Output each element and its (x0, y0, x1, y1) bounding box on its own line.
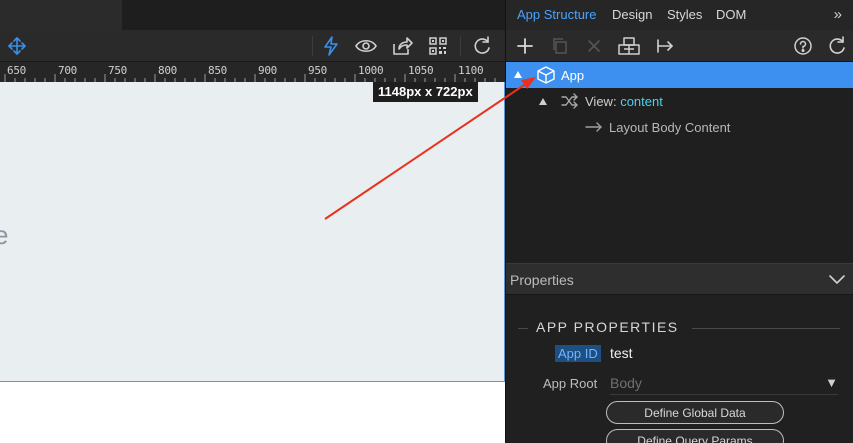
toolbar-separator (460, 36, 461, 56)
left-top-strip (0, 0, 505, 30)
right-panel: App Structure Design Styles DOM » App Vi… (505, 0, 853, 443)
canvas-partial-text: e (0, 220, 9, 250)
app-root-select[interactable]: Body ▼ (610, 375, 838, 395)
canvas-size-badge: 1148px x 722px (373, 82, 478, 102)
app-id-label: App ID (555, 345, 601, 362)
tab-design[interactable]: Design (612, 7, 652, 22)
view-name: content (620, 93, 663, 109)
define-global-data-button[interactable]: Define Global Data (606, 401, 784, 424)
tree-item-layout-body-content[interactable]: Layout Body Content (506, 114, 853, 140)
shuffle-icon (561, 93, 579, 112)
tab-dom[interactable]: DOM (716, 7, 746, 22)
panel-tabs: App Structure Design Styles DOM » (506, 0, 853, 30)
lightning-icon[interactable] (318, 33, 344, 59)
dropdown-caret-icon: ▼ (825, 375, 838, 390)
canvas-outer-area (0, 383, 505, 443)
properties-body: APP PROPERTIES App ID test App Root Body… (506, 295, 853, 443)
app-id-value[interactable]: test (610, 345, 633, 361)
section-divider (692, 328, 840, 329)
arrow-right-icon (585, 121, 603, 136)
design-canvas[interactable]: e (0, 82, 505, 382)
tree-item-label: View: content (585, 94, 663, 109)
chevron-down-icon[interactable] (828, 272, 846, 291)
share-icon[interactable] (389, 33, 415, 59)
tree-item-app[interactable]: App (506, 62, 853, 88)
properties-title: Properties (510, 272, 574, 288)
refresh-icon[interactable] (824, 33, 850, 59)
ruler-tick-marks (4, 74, 496, 82)
tree-item-label: Layout Body Content (609, 119, 731, 135)
expand-toggle-icon[interactable] (539, 98, 547, 105)
properties-header[interactable]: Properties (506, 263, 853, 295)
more-tabs-button[interactable]: » (834, 6, 842, 23)
toolbar-separator (312, 36, 313, 56)
tree-item-label: App (561, 67, 585, 83)
canvas-toolbar (0, 30, 505, 62)
app-root-label: App Root (543, 376, 598, 391)
expand-toggle-icon[interactable] (514, 71, 522, 78)
move-arrows-icon[interactable] (4, 33, 30, 59)
help-icon[interactable] (790, 33, 816, 59)
delete-icon[interactable] (581, 33, 607, 59)
top-strip-notch (0, 0, 122, 30)
tab-app-structure[interactable]: App Structure (517, 7, 597, 22)
copy-icon[interactable] (547, 33, 573, 59)
refresh-icon[interactable] (469, 33, 495, 59)
structure-tree: App View: content Layout Body Content (506, 62, 853, 263)
tab-styles[interactable]: Styles (667, 7, 702, 22)
view-prefix: View: (585, 93, 617, 109)
insert-after-icon[interactable] (652, 33, 678, 59)
section-title: APP PROPERTIES (536, 319, 679, 335)
horizontal-ruler: 650 700 750 800 850 900 950 1000 1050 11… (0, 62, 505, 82)
define-query-params-button[interactable]: Define Query Params (606, 429, 784, 443)
qr-code-icon[interactable] (425, 33, 451, 59)
tree-item-view[interactable]: View: content (506, 88, 853, 114)
component-icon[interactable] (616, 33, 642, 59)
structure-toolbar (506, 30, 853, 62)
cube-icon (536, 65, 556, 88)
add-icon[interactable] (512, 33, 538, 59)
eye-icon[interactable] (353, 33, 379, 59)
app-root-value: Body (610, 375, 642, 391)
app-window: 650 700 750 800 850 900 950 1000 1050 11… (0, 0, 853, 443)
section-divider (518, 328, 528, 329)
